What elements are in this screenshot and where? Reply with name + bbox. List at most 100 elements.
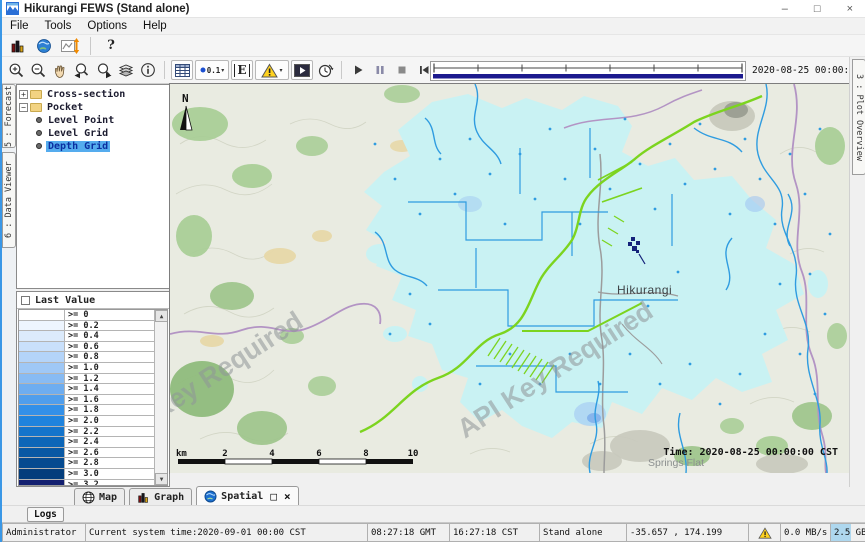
- pause-button[interactable]: [370, 60, 390, 80]
- zoom-previous-button[interactable]: [72, 60, 92, 80]
- legend-list: >= 0 >= 0.2 >= 0.4 >= 0.6 >= 0.8 >= 1.0 …: [19, 310, 154, 486]
- legend-swatch: [19, 384, 65, 394]
- stop-button[interactable]: [392, 60, 412, 80]
- scroll-up-icon[interactable]: ▲: [155, 310, 168, 322]
- grid-icon: [175, 64, 190, 77]
- tree-item-depth-grid[interactable]: Depth Grid: [19, 140, 169, 152]
- legend-swatch: [19, 310, 65, 320]
- legend-label: >= 0.6: [65, 342, 99, 352]
- svg-text:6: 6: [316, 449, 321, 459]
- layers-tree: + Cross-section − Pocket Level Point Lev…: [16, 84, 170, 289]
- legend-swatch: [19, 448, 65, 458]
- status-throughput: 0.0 MB/s: [781, 523, 831, 542]
- tab-close-icon[interactable]: ×: [284, 490, 291, 503]
- last-value-toggle[interactable]: Last Value: [17, 292, 169, 309]
- legend-row[interactable]: >= 2.6: [19, 448, 154, 459]
- map-canvas[interactable]: API Key Required API Key Required N km 2…: [170, 84, 849, 473]
- zoom-out-button[interactable]: [28, 60, 48, 80]
- time-navigator-button[interactable]: [315, 60, 335, 80]
- svg-text:10: 10: [408, 449, 419, 459]
- zoom-next-button[interactable]: [94, 60, 114, 80]
- app-logo-icon: [6, 2, 19, 15]
- expand-icon[interactable]: +: [19, 90, 28, 99]
- menu-tools[interactable]: Tools: [37, 20, 80, 32]
- thresholds-dropdown[interactable]: ▾: [255, 60, 289, 80]
- map-explorer-button[interactable]: [34, 36, 54, 56]
- window-title: Hikurangi FEWS (Stand alone): [24, 3, 189, 15]
- profile-button[interactable]: E: [231, 60, 253, 80]
- database-bars-icon: [10, 38, 26, 54]
- status-gmt-time: 08:27:18 GMT: [368, 523, 450, 542]
- menu-bar: File Tools Options Help: [2, 18, 865, 35]
- status-warning[interactable]: [749, 523, 781, 542]
- legend-swatch: [19, 342, 65, 352]
- timeline-axis: [431, 62, 745, 80]
- tab-plot-overview[interactable]: 3 : Plot Overview: [852, 59, 865, 175]
- legend-row[interactable]: >= 1.2: [19, 374, 154, 385]
- chevron-down-icon: ▾: [221, 67, 224, 74]
- legend-row[interactable]: >= 3.0: [19, 469, 154, 480]
- logs-button[interactable]: Logs: [27, 507, 64, 522]
- tree-item-level-point[interactable]: Level Point: [19, 114, 169, 126]
- maximize-button[interactable]: □: [814, 1, 821, 17]
- place-label-hikurangi: Hikurangi: [617, 283, 672, 297]
- info-button[interactable]: [138, 60, 158, 80]
- layers-button[interactable]: [116, 60, 136, 80]
- legend-row[interactable]: >= 2.4: [19, 437, 154, 448]
- animation-button[interactable]: [291, 60, 313, 80]
- pan-button[interactable]: [50, 60, 70, 80]
- database-viewer-button[interactable]: [8, 36, 28, 56]
- help-button[interactable]: ?: [101, 36, 121, 56]
- tree-item-level-grid[interactable]: Level Grid: [19, 127, 169, 139]
- info-icon: [140, 62, 156, 78]
- legend-swatch: [19, 374, 65, 384]
- play-button[interactable]: [348, 60, 368, 80]
- right-tab-strip: 3 : Plot Overview: [849, 57, 865, 487]
- grid-display-button[interactable]: [171, 60, 193, 80]
- interval-dropdown[interactable]: 0.1 ▾: [195, 60, 229, 80]
- menu-options[interactable]: Options: [79, 20, 135, 32]
- legend-row[interactable]: >= 1.6: [19, 395, 154, 406]
- tab-restore-icon[interactable]: □: [270, 490, 277, 503]
- tab-map[interactable]: Map: [74, 488, 125, 505]
- legend-row[interactable]: >= 0.2: [19, 321, 154, 332]
- tree-item-cross-section[interactable]: + Cross-section: [19, 88, 169, 100]
- map-time-label: Time: 2020-08-25 00:00:00 CST: [663, 446, 838, 458]
- interval-display-button[interactable]: [60, 36, 80, 56]
- tab-data-viewer[interactable]: 6 : Data Viewer: [2, 152, 16, 248]
- left-tab-strip: 5 : Forecast 6 : Data Viewer: [2, 84, 16, 487]
- blue-globe-icon: [204, 490, 217, 503]
- tree-item-pocket[interactable]: − Pocket: [19, 101, 169, 113]
- legend-row[interactable]: >= 0.6: [19, 342, 154, 353]
- legend-row[interactable]: >= 2.8: [19, 458, 154, 469]
- scroll-down-icon[interactable]: ▼: [155, 473, 168, 485]
- minimize-button[interactable]: –: [782, 1, 788, 17]
- tab-graph[interactable]: Graph: [129, 488, 192, 505]
- zoom-previous-icon: [73, 62, 91, 79]
- legend-row[interactable]: >= 2.0: [19, 416, 154, 427]
- legend-row[interactable]: >= 0.4: [19, 331, 154, 342]
- legend-row[interactable]: >= 0.8: [19, 352, 154, 363]
- timeline-slider[interactable]: [430, 61, 746, 81]
- collapse-icon[interactable]: −: [19, 103, 28, 112]
- checkbox-icon[interactable]: [21, 296, 30, 305]
- legend-row[interactable]: >= 0: [19, 310, 154, 321]
- bullet-icon: [36, 117, 42, 123]
- legend-row[interactable]: >= 1.0: [19, 363, 154, 374]
- zoom-in-button[interactable]: [6, 60, 26, 80]
- legend-row[interactable]: >= 2.2: [19, 427, 154, 438]
- bullet-icon: [36, 130, 42, 136]
- legend-row[interactable]: >= 1.8: [19, 405, 154, 416]
- tab-forecast[interactable]: 5 : Forecast: [2, 84, 16, 148]
- legend-label: >= 0: [65, 310, 88, 320]
- menu-file[interactable]: File: [2, 20, 37, 32]
- legend-swatch: [19, 416, 65, 426]
- close-button[interactable]: ×: [847, 1, 853, 17]
- legend-scrollbar[interactable]: ▲ ▼: [154, 310, 167, 485]
- tab-spatial[interactable]: Spatial □ ×: [196, 486, 298, 505]
- legend-row[interactable]: >= 1.4: [19, 384, 154, 395]
- zoom-out-icon: [30, 62, 47, 79]
- menu-help[interactable]: Help: [135, 20, 175, 32]
- legend-row[interactable]: >= 3.2: [19, 480, 154, 487]
- place-label-springs-flat: Springs Flat: [648, 457, 704, 469]
